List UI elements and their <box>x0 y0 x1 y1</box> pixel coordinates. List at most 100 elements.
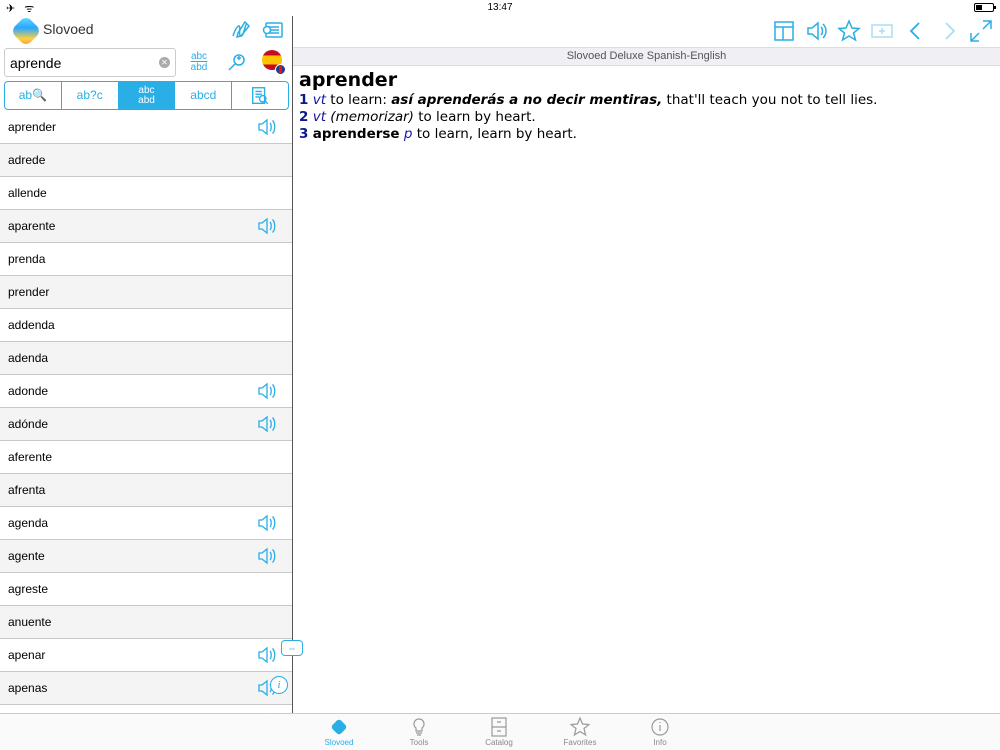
tab-label: Info <box>653 738 667 747</box>
status-time: 13:47 <box>487 2 513 13</box>
tab-tools[interactable]: Tools <box>384 716 454 747</box>
search-input[interactable] <box>5 49 145 76</box>
back-icon[interactable] <box>903 18 929 44</box>
search-options-icon[interactable] <box>224 50 250 76</box>
search-field[interactable]: ✕ <box>4 48 176 77</box>
speaker-icon[interactable] <box>256 513 278 533</box>
list-item-word: apenar <box>8 648 46 662</box>
mode-spelling[interactable]: abc abd <box>118 82 176 109</box>
mode-fuzzy-search[interactable]: ab🔍 <box>5 82 62 109</box>
search-mode-segments: ab🔍 ab?c abc abd abcd <box>4 81 289 110</box>
part-of-speech[interactable]: vt <box>313 109 326 125</box>
sense-number: 2 <box>299 109 309 125</box>
list-item-word: agente <box>8 549 45 563</box>
tab-label: Catalog <box>485 738 513 747</box>
info-button[interactable]: i <box>270 676 288 694</box>
add-card-icon[interactable] <box>869 18 895 44</box>
list-item-word: prenda <box>8 252 46 266</box>
list-item[interactable]: allende <box>0 177 292 210</box>
mode-fulltext[interactable] <box>232 82 288 109</box>
speaker-icon[interactable] <box>256 216 278 236</box>
list-item[interactable]: aparente <box>0 210 292 243</box>
speaker-icon[interactable] <box>256 381 278 401</box>
cabinet-icon <box>491 717 507 737</box>
translation: to learn, learn by heart. <box>412 126 577 142</box>
list-item[interactable]: aferente <box>0 441 292 474</box>
status-bar: ✈ ᯤ 13:47 <box>0 0 1000 16</box>
speaker-icon[interactable] <box>256 117 278 137</box>
list-item[interactable]: prenda <box>0 243 292 276</box>
list-item-word: addenda <box>8 318 55 332</box>
tab-label: Slovoed <box>324 738 354 747</box>
article: aprender 1 vt to learn: así aprenderás a… <box>299 69 989 143</box>
list-item-word: allende <box>8 186 47 200</box>
list-item-word: adrede <box>8 153 46 167</box>
tab-label: Favorites <box>563 738 597 747</box>
list-item[interactable] <box>0 705 292 713</box>
list-item[interactable]: adonde <box>0 375 292 408</box>
usage-note: (memorizar) <box>330 109 414 125</box>
spelling-icon: abc abd <box>138 85 155 106</box>
list-item[interactable]: anuente <box>0 606 292 639</box>
dictionary-title: Slovoed Deluxe Spanish-English <box>293 47 1000 66</box>
list-item-word: adenda <box>8 351 49 365</box>
list-item[interactable]: apenas <box>0 672 292 705</box>
list-item[interactable]: agreste <box>0 573 292 606</box>
headword: aprender <box>299 69 398 91</box>
speaker-icon[interactable] <box>803 18 829 44</box>
clear-search-icon[interactable]: ✕ <box>159 57 170 68</box>
speaker-icon[interactable] <box>256 414 278 434</box>
sense-3: 3 aprenderse p to learn, learn by heart. <box>299 126 989 143</box>
article-toolbar <box>293 16 1000 47</box>
tab-favorites[interactable]: Favorites <box>545 716 615 747</box>
lightbulb-icon <box>413 718 425 736</box>
list-item[interactable]: aprender <box>0 111 292 144</box>
list-item[interactable]: adrede <box>0 144 292 177</box>
tab-catalog[interactable]: Catalog <box>464 716 534 747</box>
word-list-pane: Slovoed ✕ abcabd ab🔍 ab?c abcabd abcd ap… <box>0 16 292 713</box>
info-icon <box>651 718 669 736</box>
list-item-word: adonde <box>8 384 49 398</box>
list-item-word: afrenta <box>8 483 46 497</box>
list-item[interactable]: adenda <box>0 342 292 375</box>
list-item[interactable]: prender <box>0 276 292 309</box>
handwriting-icon[interactable] <box>228 18 254 44</box>
list-item-word: agreste <box>8 582 49 596</box>
language-flag-english[interactable] <box>275 64 286 75</box>
speaker-icon[interactable] <box>256 546 278 566</box>
star-icon <box>570 716 590 737</box>
list-item[interactable]: adónde <box>0 408 292 441</box>
sense-number: 1 <box>299 92 309 108</box>
star-icon[interactable] <box>836 18 862 44</box>
sense-2: 2 vt (memorizar) to learn by heart. <box>299 109 989 126</box>
list-item-word: aferente <box>8 450 53 464</box>
list-item[interactable]: apenar <box>0 639 292 672</box>
reflexive-form: aprenderse <box>312 126 400 142</box>
part-of-speech[interactable]: vt <box>313 92 326 108</box>
list-item[interactable]: addenda <box>0 309 292 342</box>
speaker-icon[interactable] <box>256 645 278 665</box>
sense-number: 3 <box>299 126 309 142</box>
forward-icon[interactable] <box>936 18 962 44</box>
wildcard-label: ab?c <box>76 88 103 102</box>
tab-slovoed[interactable]: Slovoed <box>304 716 374 747</box>
list-item[interactable]: agenda <box>0 507 292 540</box>
example-translation: that'll teach you not to tell lies. <box>662 92 878 108</box>
list-item[interactable]: afrenta <box>0 474 292 507</box>
list-item[interactable]: agente <box>0 540 292 573</box>
battery-fill <box>976 5 983 10</box>
translation: to learn: <box>326 92 392 108</box>
history-icon[interactable] <box>260 18 286 44</box>
fullscreen-icon[interactable] <box>968 18 994 44</box>
spelling-toggle-icon[interactable]: abc abd <box>186 51 212 77</box>
layout-icon[interactable] <box>771 18 797 44</box>
tab-info[interactable]: Info <box>625 716 695 747</box>
mode-wildcard[interactable]: ab?c <box>62 82 119 109</box>
mode-anagram[interactable]: abcd <box>175 82 233 109</box>
list-item-word: apenas <box>8 681 48 695</box>
sense-1: 1 vt to learn: así aprenderás a no decir… <box>299 92 989 109</box>
tab-bar: Slovoed Tools Catalog Favorites Info <box>0 713 1000 750</box>
list-item-word: prender <box>8 285 50 299</box>
list-item-word: adónde <box>8 417 49 431</box>
anagram-icon: abcd <box>190 88 217 102</box>
